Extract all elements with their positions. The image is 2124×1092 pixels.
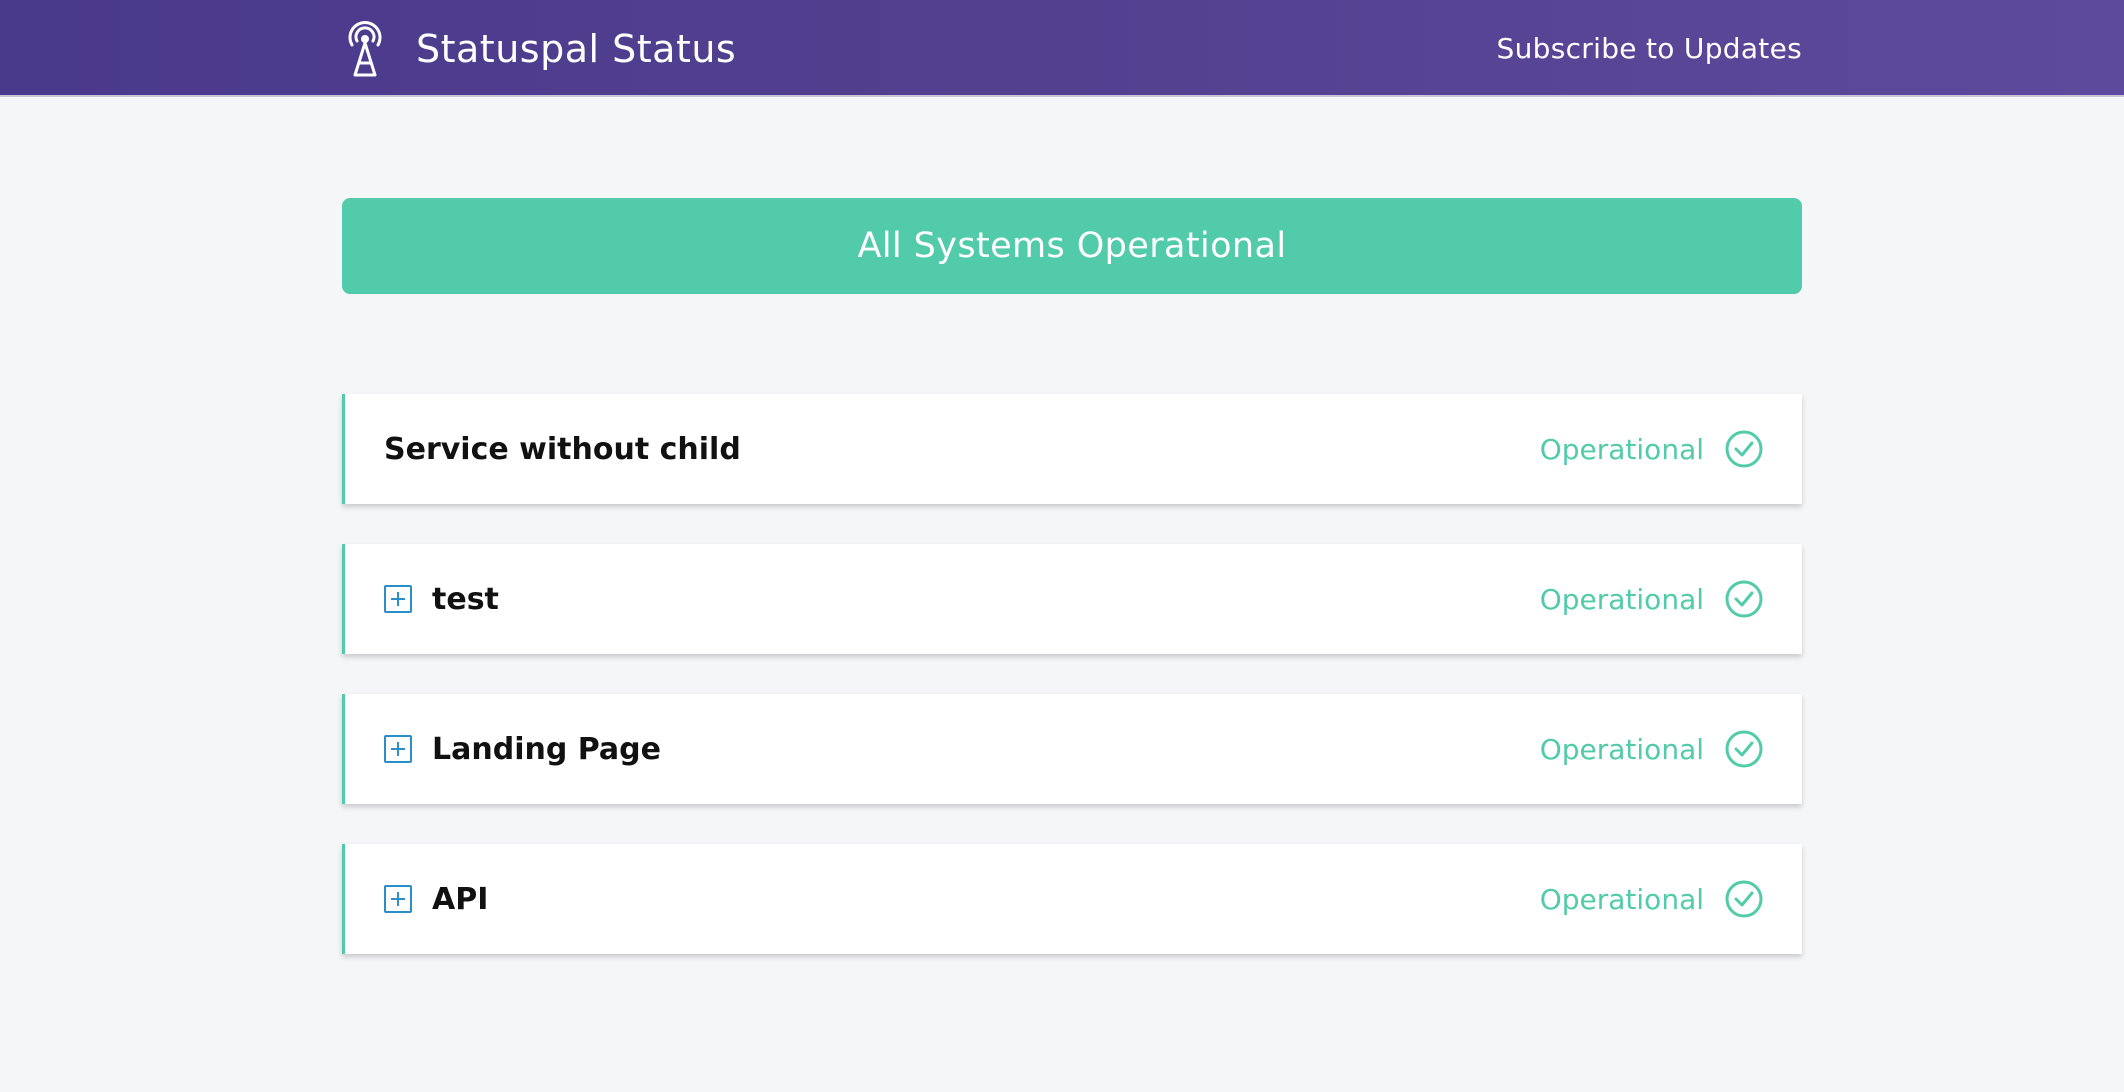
service-left: API [384,882,488,917]
header-bar: Statuspal Status Subscribe to Updates [0,0,2124,97]
service-row[interactable]: test Operational [342,544,1802,654]
service-row[interactable]: API Operational [342,844,1802,954]
service-row: Service without child Operational [342,394,1802,504]
status-label: Operational [1539,882,1704,916]
check-circle-icon [1724,579,1764,619]
service-status: Operational [1540,879,1764,919]
status-banner: All Systems Operational [342,198,1802,294]
service-left: Landing Page [384,732,661,767]
header-inner: Statuspal Status Subscribe to Updates [342,0,1802,97]
service-status: Operational [1540,729,1764,769]
status-label: Operational [1539,432,1704,466]
service-list: Service without child Operational test O… [342,394,1802,994]
site-title: Statuspal Status [416,26,737,71]
service-left: test [384,582,499,617]
antenna-tower-icon [342,19,388,79]
service-name: API [432,881,489,917]
subscribe-link[interactable]: Subscribe to Updates [1497,32,1802,65]
check-circle-icon [1724,729,1764,769]
check-circle-icon [1724,429,1764,469]
plus-square-icon[interactable] [384,735,412,763]
status-label: Operational [1539,732,1704,766]
brand[interactable]: Statuspal Status [342,19,736,79]
service-name: test [432,581,499,617]
service-status: Operational [1540,429,1764,469]
service-left: Service without child [384,432,741,467]
plus-square-icon[interactable] [384,585,412,613]
service-status: Operational [1540,579,1764,619]
status-label: Operational [1539,582,1704,616]
service-row[interactable]: Landing Page Operational [342,694,1802,804]
status-banner-text: All Systems Operational [857,226,1287,266]
service-name: Landing Page [432,731,661,767]
plus-square-icon[interactable] [384,885,412,913]
service-name: Service without child [384,431,741,467]
check-circle-icon [1724,879,1764,919]
